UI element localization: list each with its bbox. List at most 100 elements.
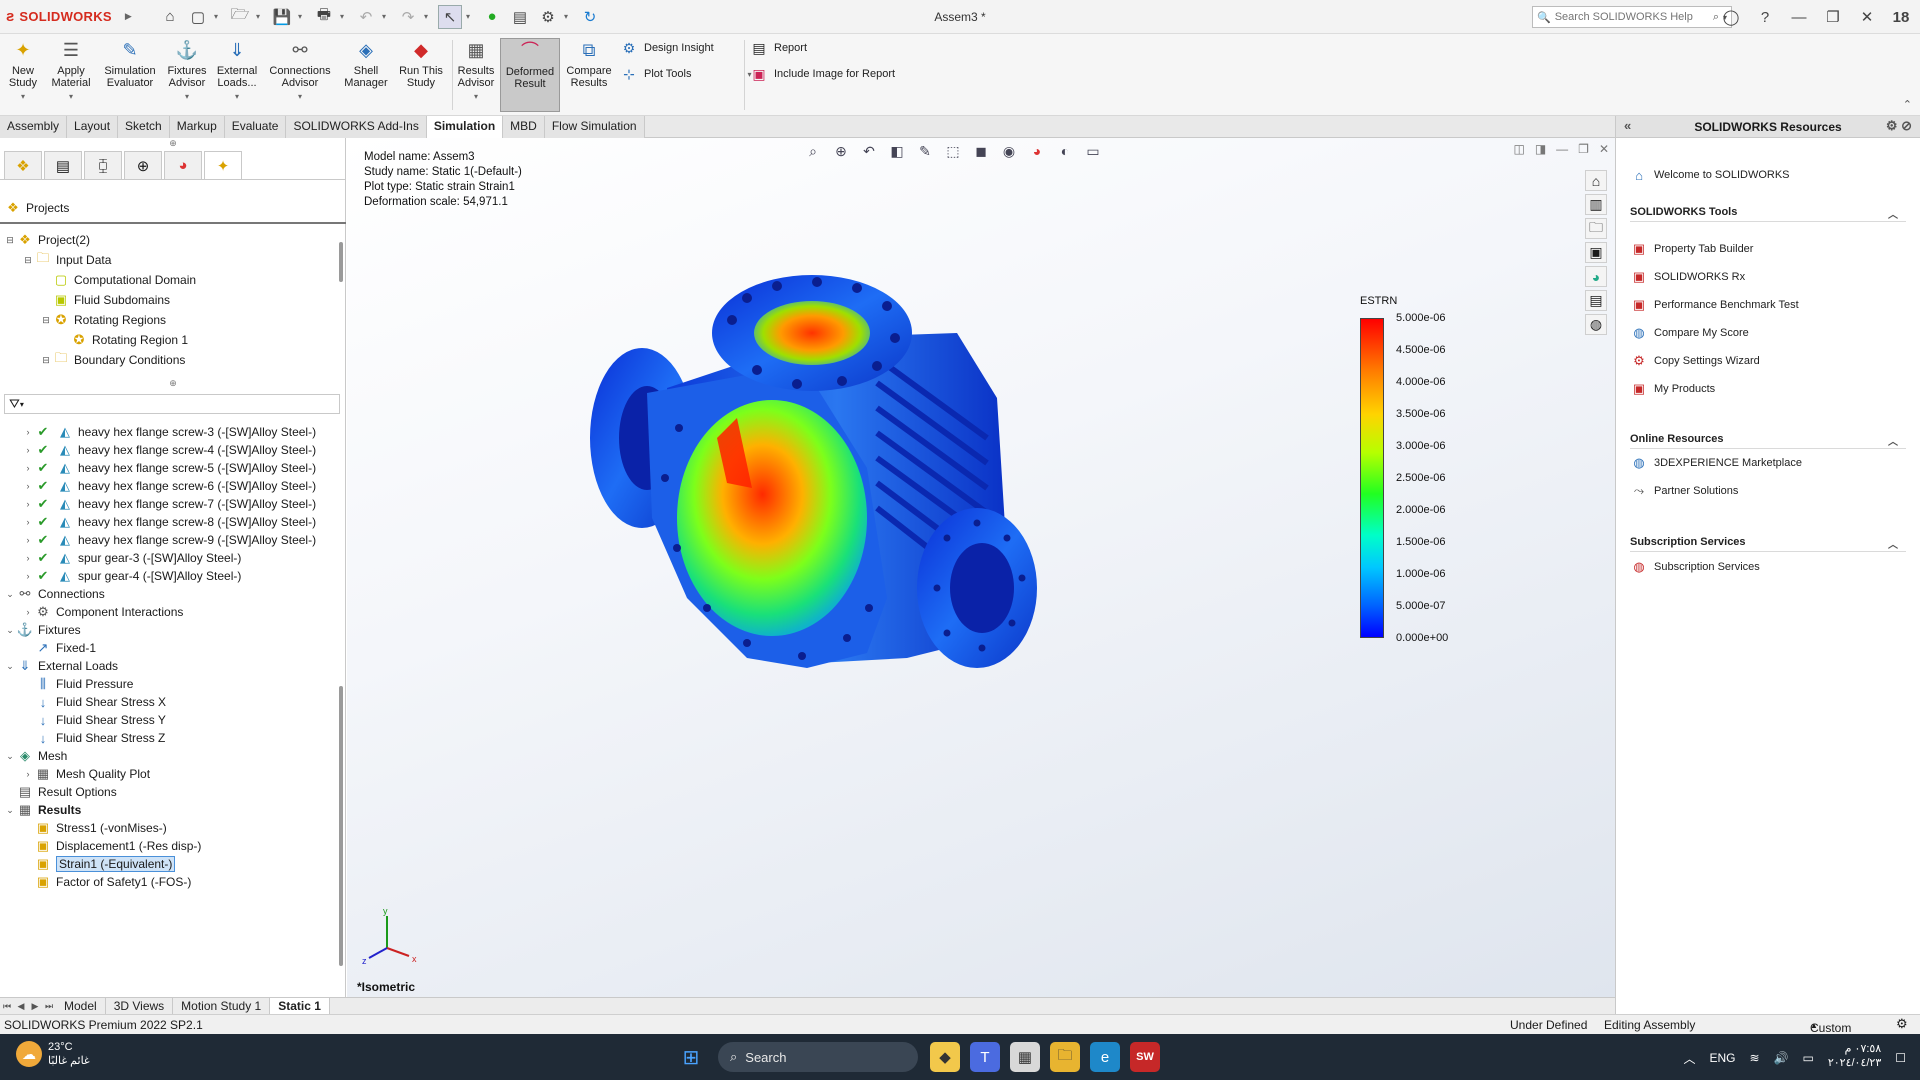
plot-tools-button[interactable]: ⊹ Plot Tools ▾ [620, 65, 751, 83]
tab-next-icon[interactable]: ▶ [28, 1001, 42, 1012]
bottom-tab-static-1[interactable]: Static 1 [270, 997, 330, 1015]
design-insight-button[interactable]: ⚙ Design Insight [620, 39, 714, 57]
load-item[interactable]: ↓ Fluid Shear Stress X [22, 692, 166, 712]
zoom-to-area-icon[interactable]: ⊕ [830, 140, 852, 162]
graphics-area[interactable]: Model name: Assem3 Study name: Static 1(… [347, 138, 1615, 997]
bottom-tab-3d-views[interactable]: 3D Views [106, 997, 174, 1015]
panel-splitter-handle[interactable]: ⊕ [0, 138, 346, 148]
flow-tree-item[interactable]: ⊟ 🗀 Input Data [22, 250, 111, 270]
expand-toggle-icon[interactable]: › [22, 535, 34, 545]
tree-filter[interactable]: ⛛ ▾ [4, 394, 340, 414]
display-style-icon[interactable]: ◼ [970, 140, 992, 162]
tab-markup[interactable]: Markup [169, 116, 225, 138]
resources-home-icon[interactable]: ⌂ [1585, 170, 1607, 191]
tab-first-icon[interactable]: ⏮ [0, 1001, 14, 1012]
doc-minimize-icon[interactable]: — [1556, 142, 1568, 156]
menu-expand-icon[interactable]: ▶ [125, 11, 132, 22]
expand-toggle-icon[interactable]: › [22, 517, 34, 527]
tab-configuration-manager[interactable]: ⧮ [84, 151, 122, 179]
tab-property-manager[interactable]: ▤ [44, 151, 82, 179]
taskbar-search[interactable]: ⌕ Search [718, 1042, 918, 1072]
expand-toggle-icon[interactable]: › [22, 445, 34, 455]
appearances-icon[interactable]: ◕ [1585, 266, 1607, 287]
dropdown-arrow-icon[interactable]: ▾ [298, 91, 302, 103]
welcome-link[interactable]: ⌂ Welcome to SOLIDWORKS [1630, 166, 1789, 184]
component-part-item[interactable]: › ✔ ◭ heavy hex flange screw-5 (-[SW]Alloy … [22, 458, 317, 478]
compare-results-button[interactable]: ⧉ Compare Results [564, 38, 614, 112]
resource-link[interactable]: ▣ Property Tab Builder [1630, 240, 1754, 258]
shell-manager-button[interactable]: ◈ Shell Manager [340, 38, 392, 112]
flow-tree-item[interactable]: ⊟ 🗀 Boundary Conditions [40, 350, 185, 370]
print-icon[interactable]: 🖶 [312, 5, 336, 29]
resource-link[interactable]: ▣ My Products [1630, 380, 1715, 398]
view-settings-icon[interactable]: ▭ [1082, 140, 1104, 162]
component-interactions-item[interactable]: › ⚙ Component Interactions [22, 602, 184, 622]
file-explorer-icon[interactable]: 🗀 [1585, 218, 1607, 239]
tab-flow-analysis[interactable]: ❖ [4, 151, 42, 179]
flow-tree-item[interactable]: ✪ Rotating Region 1 [58, 330, 189, 350]
rebuild-icon[interactable]: ↻ [578, 5, 602, 29]
component-part-item[interactable]: › ✔ ◭ heavy hex flange screw-3 (-[SW]Alloy … [22, 422, 317, 442]
traffic-light-icon[interactable]: ● [480, 5, 504, 29]
component-part-item[interactable]: › ✔ ◭ heavy hex flange screw-9 (-[SW]Alloy … [22, 530, 317, 550]
tab-evaluate[interactable]: Evaluate [224, 116, 287, 138]
select-dropdown-icon[interactable]: ▾ [466, 12, 476, 21]
expand-toggle-icon[interactable]: › [22, 481, 34, 491]
tools-section-header[interactable]: SOLIDWORKS Tools ︿ [1630, 206, 1906, 222]
file-properties-icon[interactable]: ▤ [508, 5, 532, 29]
tab-prev-icon[interactable]: ◀ [14, 1001, 28, 1012]
volume-icon[interactable]: 🔊 [1774, 1051, 1789, 1065]
help-icon[interactable]: ? [1754, 6, 1776, 28]
run-this-study-button[interactable]: ◆ Run This Study [396, 38, 446, 112]
dropdown-arrow-icon[interactable]: ▾ [69, 91, 73, 103]
teams-icon[interactable]: T [970, 1042, 1000, 1072]
weather-widget[interactable]: ☁ 23°C غائم غالبًا [16, 1040, 90, 1068]
connections-advisor-button[interactable]: ⚯ Connections Advisor ▾ [264, 38, 336, 112]
flow-tree-item[interactable]: ⊟ ✪ Rotating Regions [40, 310, 166, 330]
edit-appearance-icon[interactable]: ◕ [1026, 140, 1048, 162]
clock[interactable]: ٠٧:٥٨ م ٢٠٢٤/٠٤/٢٣ [1828, 1042, 1881, 1070]
expand-toggle-icon[interactable]: ⌄ [4, 751, 16, 762]
open-dropdown-icon[interactable]: ▾ [256, 12, 266, 21]
flow-tree-item[interactable]: ▣ Fluid Subdomains [40, 290, 170, 310]
external-loads-folder[interactable]: ⌄ ⇓ External Loads [4, 656, 118, 676]
redo-dropdown-icon[interactable]: ▾ [424, 12, 434, 21]
bottom-tab-motion-study-1[interactable]: Motion Study 1 [173, 997, 271, 1015]
close-icon[interactable]: ✕ [1856, 6, 1878, 28]
resource-link[interactable]: ◍ Compare My Score [1630, 324, 1748, 342]
print-dropdown-icon[interactable]: ▾ [340, 12, 350, 21]
notification-center-icon[interactable]: ☐ [1895, 1051, 1906, 1065]
result-plot-item[interactable]: ▣ Strain1 (-Equivalent-) [22, 854, 176, 874]
resource-link[interactable]: ▣ Performance Benchmark Test [1630, 296, 1799, 314]
custom-properties-icon[interactable]: ▤ [1585, 290, 1607, 311]
expand-toggle-icon[interactable]: › [22, 607, 34, 617]
flow-tree-item[interactable]: ▢ Computational Domain [40, 270, 196, 290]
results-folder[interactable]: ⌄ ▦ Results [4, 800, 81, 820]
sim-tree-scrollbar[interactable] [339, 686, 343, 966]
design-library-icon[interactable]: ▥ [1585, 194, 1607, 215]
results-advisor-button[interactable]: ▦ Results Advisor ▾ [456, 38, 496, 112]
open-folder-icon[interactable]: 🗁 [228, 5, 252, 29]
save-icon[interactable]: 💾 [270, 5, 294, 29]
expand-toggle-icon[interactable]: › [22, 769, 34, 779]
tab-simulation[interactable]: Simulation [426, 116, 504, 138]
filter-dropdown-icon[interactable]: ▾ [20, 400, 24, 409]
solidworks-forum-icon[interactable]: ◍ [1585, 314, 1607, 335]
tab-flow-simulation[interactable]: Flow Simulation [544, 116, 645, 138]
collapse-chevron-icon[interactable]: ︿ [1888, 536, 1898, 551]
expand-toggle-icon[interactable]: ⊟ [22, 255, 34, 266]
legend-color-bar[interactable] [1360, 318, 1384, 638]
dropdown-arrow-icon[interactable]: ▾ [474, 91, 478, 103]
include-image-button[interactable]: ▣ Include Image for Report [750, 65, 895, 83]
load-item[interactable]: ↓ Fluid Shear Stress Z [22, 728, 166, 748]
external-loads-button[interactable]: ⇓ External Loads... ▾ [214, 38, 260, 112]
fixtures-folder[interactable]: ⌄ ⚓ Fixtures [4, 620, 80, 640]
previous-view-icon[interactable]: ↶ [858, 140, 880, 162]
expand-toggle-icon[interactable]: ⊟ [40, 315, 52, 326]
component-part-item[interactable]: › ✔ ◭ spur gear-4 (-[SW]Alloy Steel-) [22, 566, 242, 586]
expand-toggle-icon[interactable]: ⊟ [40, 355, 52, 366]
doc-close-icon[interactable]: ✕ [1599, 142, 1609, 156]
wifi-icon[interactable]: ≋ [1749, 1051, 1759, 1065]
solidworks-app-icon[interactable]: SW [1130, 1042, 1160, 1072]
redo-icon[interactable]: ↷ [396, 5, 420, 29]
